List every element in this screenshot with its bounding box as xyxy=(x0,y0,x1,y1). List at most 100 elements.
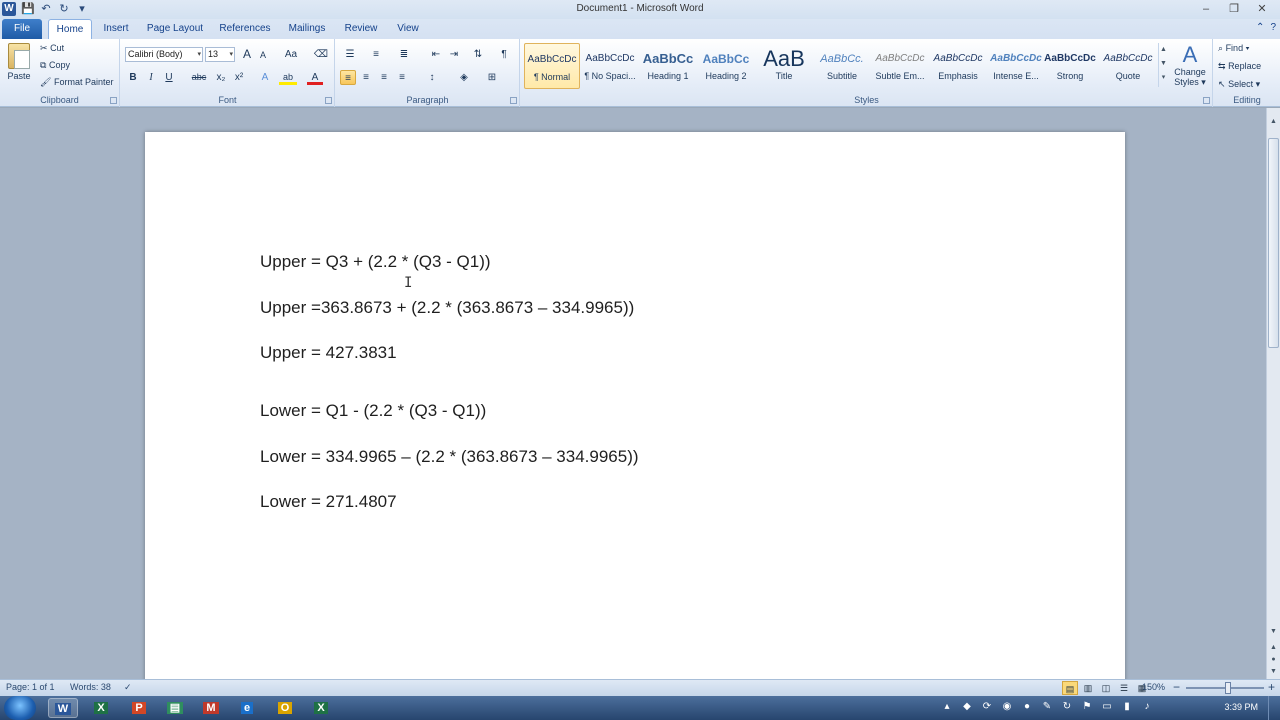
scroll-down-icon[interactable]: ▼ xyxy=(1267,626,1280,638)
scroll-up-icon[interactable]: ▲ xyxy=(1267,116,1280,128)
font-size-select[interactable]: 13 ▾ xyxy=(205,47,235,62)
replace-button[interactable]: ⇆ Replace xyxy=(1218,61,1261,72)
taskbar-excel-2-icon[interactable]: X xyxy=(306,698,336,718)
taskbar-clock[interactable]: 3:39 PM xyxy=(1224,702,1258,712)
previous-page-icon[interactable]: ▲ xyxy=(1267,642,1280,654)
style-title[interactable]: AaB Title xyxy=(756,43,812,89)
tray-sync-icon[interactable]: ↻ xyxy=(1060,700,1074,714)
tab-review[interactable]: Review xyxy=(342,19,380,39)
style-quote[interactable]: AaBbCcDc Quote xyxy=(1100,43,1156,89)
outline-icon[interactable]: ☰ xyxy=(1116,681,1132,695)
font-name-select[interactable]: Calibri (Body) ▾ xyxy=(125,47,203,62)
style-no-spacing[interactable]: AaBbCcDc ¶ No Spaci... xyxy=(582,43,638,89)
grow-font-button[interactable]: A xyxy=(239,47,255,62)
line-spacing-icon[interactable]: ↕ xyxy=(424,70,440,85)
shading-icon[interactable]: ◈ xyxy=(456,70,472,85)
italic-button[interactable]: I xyxy=(143,70,159,85)
print-layout-icon[interactable]: ▤ xyxy=(1062,681,1078,695)
style-emphasis[interactable]: AaBbCcDc Emphasis xyxy=(930,43,986,89)
zoom-out-button[interactable]: − xyxy=(1173,680,1180,694)
font-color-button[interactable]: A xyxy=(307,70,323,85)
chevron-up-icon[interactable]: ▲ xyxy=(1159,43,1168,57)
chevron-down-icon[interactable]: ▼ xyxy=(1159,57,1168,71)
full-screen-reading-icon[interactable]: ▥ xyxy=(1080,681,1096,695)
copy-button[interactable]: ⧉ Copy xyxy=(40,60,70,71)
text-effects-button[interactable]: A xyxy=(257,70,273,85)
page-count[interactable]: Page: 1 of 1 xyxy=(6,682,55,692)
taskbar-publisher-icon[interactable]: ▤ xyxy=(160,698,190,718)
word-count[interactable]: Words: 38 xyxy=(70,682,111,692)
document-line[interactable]: Lower = 334.9965 – (2.2 * (363.8673 – 33… xyxy=(260,447,639,467)
clipboard-launcher-icon[interactable] xyxy=(110,97,117,104)
next-page-icon[interactable]: ▼ xyxy=(1267,666,1280,678)
tray-network-icon[interactable]: ▴ xyxy=(940,700,954,714)
proofing-icon[interactable]: ✓ xyxy=(124,682,132,693)
font-launcher-icon[interactable] xyxy=(325,97,332,104)
tab-insert[interactable]: Insert xyxy=(98,19,134,39)
change-styles-button[interactable]: A Change Styles ▾ xyxy=(1172,43,1208,88)
document-line[interactable]: Upper = 427.3831 xyxy=(260,343,397,363)
style-heading-2[interactable]: AaBbCc Heading 2 xyxy=(698,43,754,89)
scroll-thumb[interactable] xyxy=(1268,138,1279,348)
tray-pen-icon[interactable]: ✎ xyxy=(1040,700,1054,714)
show-marks-button[interactable]: ¶ xyxy=(496,47,512,62)
taskbar-mail-icon[interactable]: M xyxy=(196,698,226,718)
tray-flag-icon[interactable]: ⚑ xyxy=(1080,700,1094,714)
start-button[interactable] xyxy=(4,696,36,720)
show-desktop-button[interactable] xyxy=(1268,696,1280,720)
multilevel-list-icon[interactable]: ≣ xyxy=(396,47,412,62)
align-left-icon[interactable]: ≡ xyxy=(340,70,356,85)
style-normal[interactable]: AaBbCcDc ¶ Normal xyxy=(524,43,580,89)
paragraph-launcher-icon[interactable] xyxy=(510,97,517,104)
browse-object-icon[interactable]: ● xyxy=(1267,654,1280,666)
find-button[interactable]: ⌕ Find ▾ xyxy=(1218,43,1249,54)
web-layout-icon[interactable]: ◫ xyxy=(1098,681,1114,695)
format-painter-button[interactable]: 🖌 Format Painter xyxy=(40,77,113,88)
tray-security-icon[interactable]: ◉ xyxy=(1000,700,1014,714)
tray-monitor-icon[interactable]: ▭ xyxy=(1100,700,1114,714)
document-page[interactable]: Upper = Q3 + (2.2 * (Q3 - Q1)) Upper =36… xyxy=(145,132,1125,692)
underline-button[interactable]: U xyxy=(161,70,177,85)
more-styles-icon[interactable]: ▾ xyxy=(1159,71,1168,85)
highlight-button[interactable]: ab xyxy=(279,70,297,85)
shrink-font-button[interactable]: A xyxy=(255,48,271,63)
align-right-icon[interactable]: ≡ xyxy=(376,70,392,85)
style-strong[interactable]: AaBbCcDc Strong xyxy=(1042,43,1098,89)
clear-formatting-icon[interactable]: ⌫ xyxy=(313,47,329,62)
minimize-button[interactable]: – xyxy=(1192,0,1220,18)
tab-home[interactable]: Home xyxy=(48,19,92,39)
increase-indent-icon[interactable]: ⇥ xyxy=(446,47,462,62)
taskbar-outlook-icon[interactable]: O xyxy=(270,698,300,718)
change-case-button[interactable]: Aa xyxy=(281,47,301,62)
bullets-icon[interactable]: ☰ xyxy=(342,47,358,62)
paste-button[interactable]: Paste xyxy=(4,43,34,81)
document-line[interactable]: Upper = Q3 + (2.2 * (Q3 - Q1)) xyxy=(260,252,491,272)
style-heading-1[interactable]: AaBbCc Heading 1 xyxy=(640,43,696,89)
styles-launcher-icon[interactable] xyxy=(1203,97,1210,104)
zoom-in-button[interactable]: + xyxy=(1268,680,1275,694)
tray-signal-icon[interactable]: ▮ xyxy=(1120,700,1134,714)
styles-gallery-scroll[interactable]: ▲ ▼ ▾ xyxy=(1158,43,1168,87)
taskbar-excel-icon[interactable]: X xyxy=(86,698,116,718)
tab-page-layout[interactable]: Page Layout xyxy=(146,19,204,39)
tray-volume-icon[interactable]: ♪ xyxy=(1140,700,1154,714)
strikethrough-button[interactable]: abc xyxy=(189,70,209,85)
taskbar-powerpoint-icon[interactable]: P xyxy=(124,698,154,718)
vertical-scrollbar[interactable]: ▲ ▼ ▲ ● ▼ xyxy=(1266,108,1280,679)
minimize-ribbon-icon[interactable]: ⌃ xyxy=(1256,22,1264,33)
tray-app-icon[interactable]: ● xyxy=(1020,700,1034,714)
zoom-slider-knob[interactable] xyxy=(1225,682,1231,694)
document-line[interactable]: Lower = Q1 - (2.2 * (Q3 - Q1)) xyxy=(260,401,486,421)
style-subtitle[interactable]: AaBbCc. Subtitle xyxy=(814,43,870,89)
align-center-icon[interactable]: ≡ xyxy=(358,70,374,85)
restore-button[interactable]: ❐ xyxy=(1220,0,1248,18)
zoom-level[interactable]: 150% xyxy=(1142,682,1165,692)
taskbar-browser-icon[interactable]: e xyxy=(232,698,262,718)
justify-icon[interactable]: ≡ xyxy=(394,70,410,85)
numbering-icon[interactable]: ≡ xyxy=(368,47,384,62)
select-button[interactable]: ↖ Select ▾ xyxy=(1218,79,1260,90)
cut-button[interactable]: ✂ Cut xyxy=(40,43,64,54)
document-line[interactable]: Upper =363.8673 + (2.2 * (363.8673 – 334… xyxy=(260,298,634,318)
tab-references[interactable]: References xyxy=(216,19,274,39)
subscript-button[interactable]: x₂ xyxy=(213,70,229,85)
